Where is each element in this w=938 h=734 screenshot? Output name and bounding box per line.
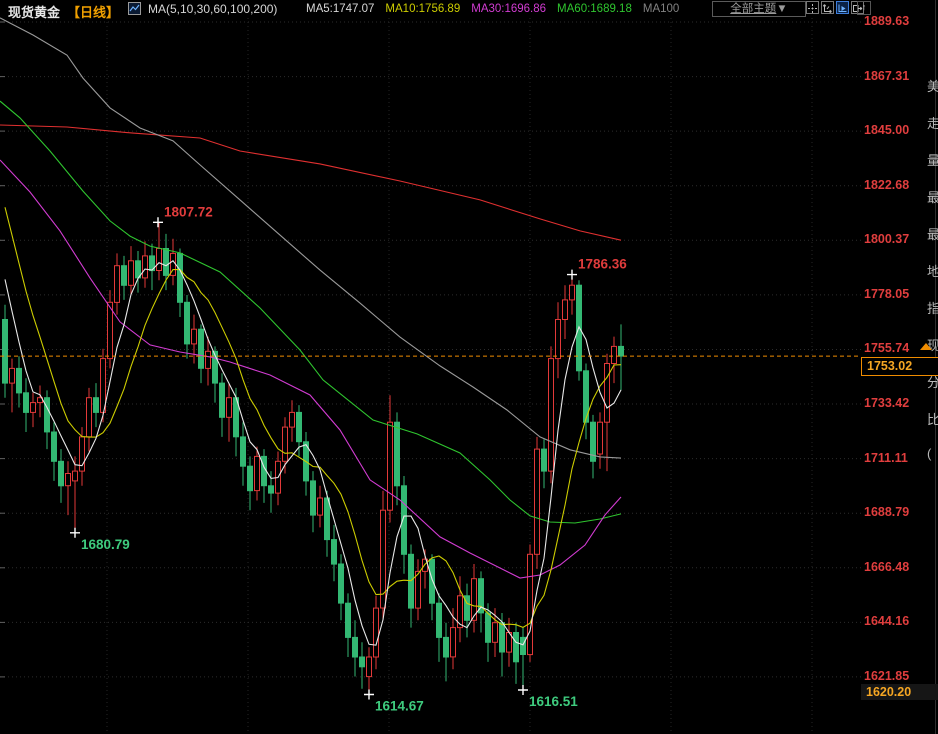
svg-text:1786.36: 1786.36 xyxy=(578,257,627,272)
price-chart-canvas[interactable]: 1807.72 1786.36 1680.79 1614.67 1616.51 xyxy=(0,0,938,734)
ma-legend-item: MA30:1696.86 xyxy=(471,3,546,15)
right-strip-glyph: 指 xyxy=(927,298,938,335)
right-strip-glyph: 美 xyxy=(927,76,938,113)
svg-text:1616.51: 1616.51 xyxy=(529,694,578,709)
all-themes-button[interactable]: 全部主题▼ xyxy=(712,1,806,17)
all-themes-label: 全部主题 xyxy=(730,3,776,15)
svg-text:1807.72: 1807.72 xyxy=(164,204,213,219)
current-price-marker-icon xyxy=(920,343,932,350)
axis-scroll-up-icon[interactable]: ↑ xyxy=(857,1,871,15)
right-strip-glyph: 比 xyxy=(927,409,938,446)
right-strip-glyph: 最 xyxy=(927,187,938,224)
trading-app-window: 1807.72 1786.36 1680.79 1614.67 1616.51 现货黄金… xyxy=(0,0,938,734)
current-price-box: 1753.02 xyxy=(861,357,938,376)
session-low-price-box: 1620.20 xyxy=(861,684,938,700)
timeframe-label: 【日线】 xyxy=(67,2,119,21)
ma-legend-item: MA10:1756.89 xyxy=(385,3,460,15)
right-strip-glyph: 走 xyxy=(927,113,938,150)
move-crosshair-icon[interactable] xyxy=(806,1,819,14)
svg-text:1614.67: 1614.67 xyxy=(375,699,424,714)
axis-play-icon[interactable] xyxy=(836,1,849,14)
svg-text:1680.79: 1680.79 xyxy=(81,537,130,552)
axis-scale-icon[interactable] xyxy=(821,1,834,14)
ma-formula-label: MA(5,10,30,60,100,200) xyxy=(148,2,277,16)
right-strip-glyph: 量 xyxy=(927,150,938,187)
collapsed-side-panel[interactable]: 美走量最最地指现分比( xyxy=(927,76,938,483)
ma-legend-item: MA5:1747.07 xyxy=(306,3,374,15)
right-strip-glyph: 分 xyxy=(927,372,938,409)
ma-legend-item: MA100 xyxy=(643,3,679,15)
right-strip-glyph: 最 xyxy=(927,224,938,261)
ma-legend: MA5:1747.07 MA10:1756.89 MA30:1696.86 MA60:… xyxy=(306,3,679,15)
right-strip-glyph: 地 xyxy=(927,261,938,298)
right-strip-glyph: ( xyxy=(927,446,938,483)
mini-chart-icon[interactable] xyxy=(128,2,141,18)
chart-header-bar: 现货黄金 【日线】 MA(5,10,30,60,100,200) MA5:174… xyxy=(0,0,938,18)
ma-legend-item: MA60:1689.18 xyxy=(557,3,632,15)
dropdown-arrow-icon: ▼ xyxy=(776,3,787,15)
symbol-title: 现货黄金 xyxy=(8,2,60,21)
